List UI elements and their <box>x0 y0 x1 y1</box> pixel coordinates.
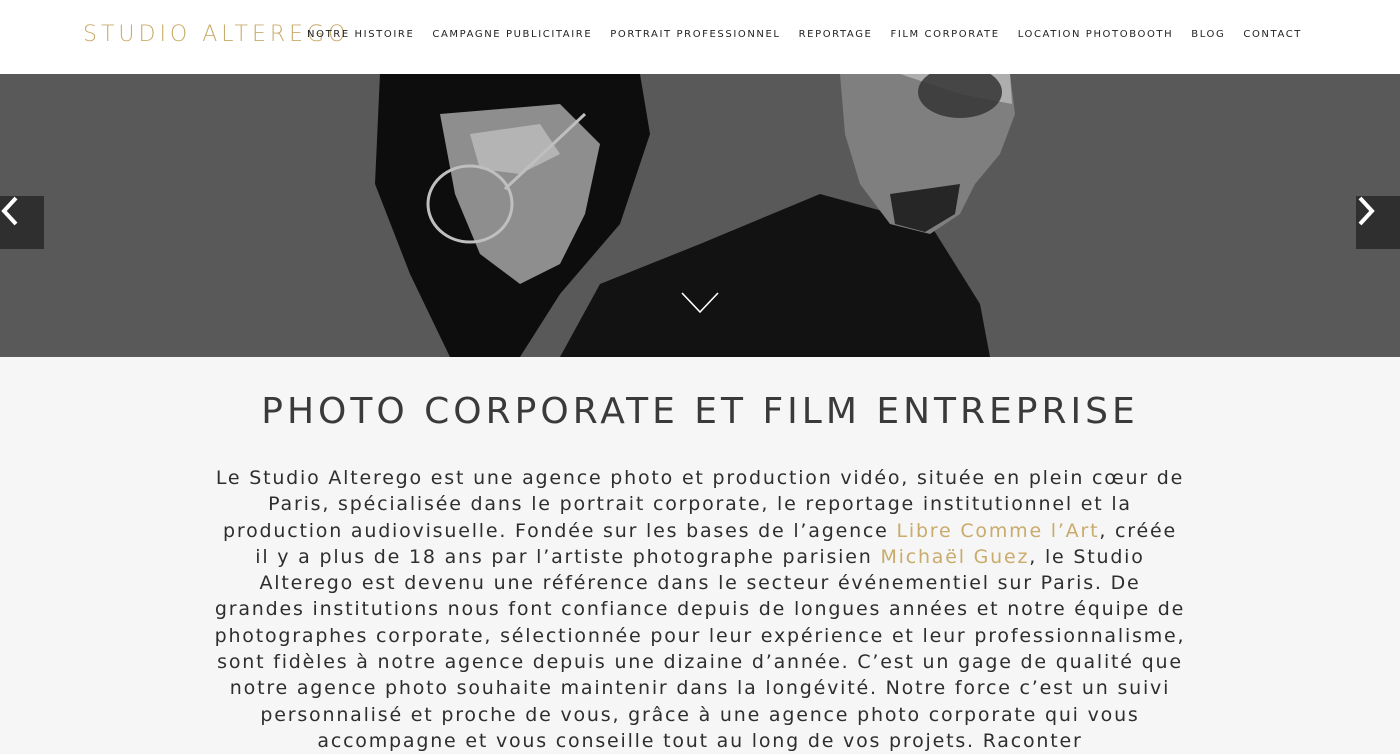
nav-item-reportage[interactable]: REPORTAGE <box>799 29 873 40</box>
scroll-down-button[interactable] <box>681 292 719 314</box>
intro-text-3: , le Studio Alterego est devenu une réfé… <box>214 545 1186 752</box>
nav-item-notre-histoire[interactable]: NOTRE HISTOIRE <box>307 29 414 40</box>
nav-item-contact[interactable]: CONTACT <box>1243 29 1302 40</box>
chevron-right-icon <box>1358 196 1375 226</box>
chevron-left-icon <box>1 196 18 226</box>
chevron-down-icon <box>681 292 719 314</box>
main-content: PHOTO CORPORATE ET FILM ENTREPRISE Le St… <box>0 357 1400 752</box>
page-title: PHOTO CORPORATE ET FILM ENTREPRISE <box>261 391 1139 432</box>
michael-guez-link[interactable]: Michaël Guez <box>880 546 1029 568</box>
nav-item-campagne-publicitaire[interactable]: CAMPAGNE PUBLICITAIRE <box>432 29 592 40</box>
hero-photo <box>0 74 1400 357</box>
main-nav: NOTRE HISTOIRE CAMPAGNE PUBLICITAIRE POR… <box>307 29 1302 40</box>
intro-paragraph: Le Studio Alterego est une agence photo … <box>214 465 1186 754</box>
slider-next-button[interactable] <box>1356 196 1400 249</box>
slider-prev-button[interactable] <box>0 196 44 249</box>
hero-slider <box>0 74 1400 357</box>
nav-item-location-photobooth[interactable]: LOCATION PHOTOBOOTH <box>1018 29 1174 40</box>
libre-comme-lart-link[interactable]: Libre Comme l’Art <box>896 520 1099 542</box>
nav-item-film-corporate[interactable]: FILM CORPORATE <box>890 29 999 40</box>
nav-item-portrait-professionnel[interactable]: PORTRAIT PROFESSIONNEL <box>610 29 780 40</box>
site-header: STUDIO ALTEREGO NOTRE HISTOIRE CAMPAGNE … <box>0 0 1400 74</box>
nav-item-blog[interactable]: BLOG <box>1191 29 1225 40</box>
